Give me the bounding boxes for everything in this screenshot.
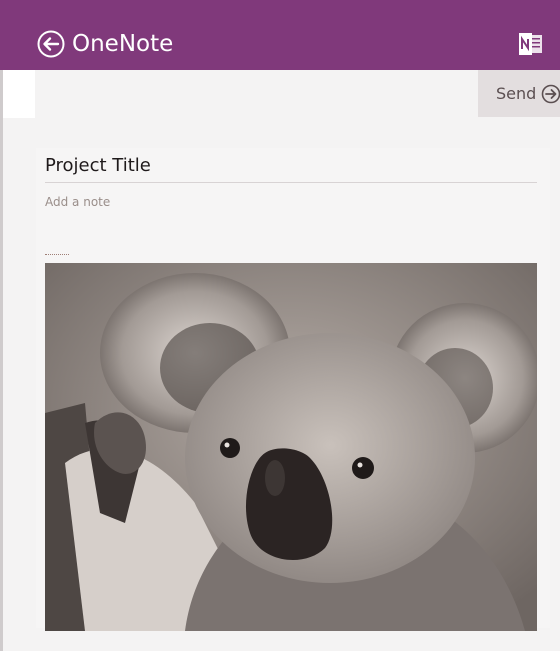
- title-input[interactable]: Project Title: [45, 152, 537, 183]
- send-label: Send: [496, 84, 537, 103]
- app-title: OneNote: [72, 31, 174, 57]
- koala-photo[interactable]: [45, 263, 537, 631]
- onenote-logo-icon: [519, 33, 542, 55]
- left-edge-strip: [0, 70, 3, 651]
- app-header: OneNote: [0, 0, 560, 70]
- left-panel: [3, 70, 35, 118]
- send-button[interactable]: Send: [478, 70, 560, 117]
- arrow-right-circle-icon: [541, 84, 560, 104]
- separator-dotted: [45, 254, 69, 255]
- add-note-input[interactable]: Add a note: [45, 193, 345, 211]
- back-arrow-icon[interactable]: [37, 30, 65, 58]
- koala-image-icon: [45, 263, 537, 631]
